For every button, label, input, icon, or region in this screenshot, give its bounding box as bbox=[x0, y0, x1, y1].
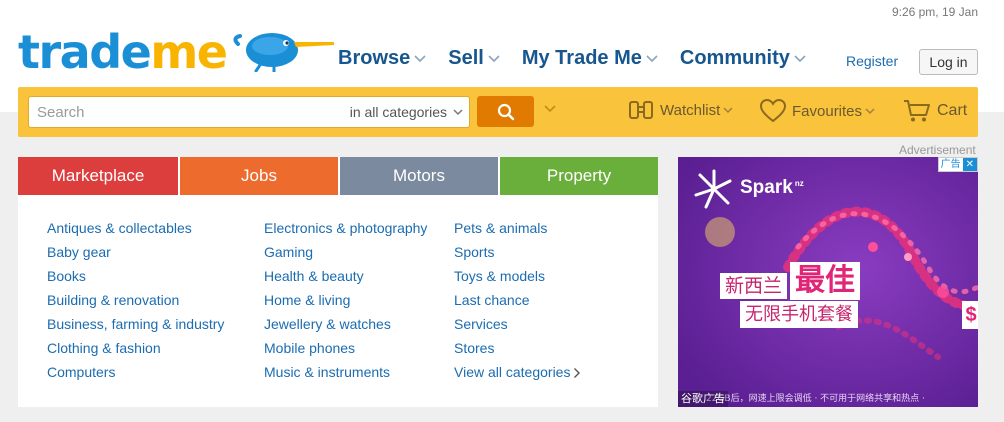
view-all-categories-link[interactable]: View all categories bbox=[454, 363, 581, 387]
ad-choices-badge[interactable]: 广告 ✕ bbox=[937, 157, 978, 172]
category-select[interactable]: in all categories bbox=[350, 97, 463, 127]
spark-logo-icon bbox=[694, 169, 732, 209]
section-tabs: Marketplace Jobs Motors Property bbox=[18, 157, 658, 195]
search-box: in all categories bbox=[28, 96, 470, 128]
category-link[interactable]: Mobile phones bbox=[264, 339, 427, 363]
category-link[interactable]: Sports bbox=[454, 243, 581, 267]
ad-price-glyph: $ bbox=[962, 301, 978, 329]
binoculars-icon bbox=[629, 101, 653, 119]
category-link[interactable]: Gaming bbox=[264, 243, 427, 267]
categories-panel: Marketplace Jobs Motors Property Antique… bbox=[18, 157, 658, 407]
chevron-down-icon bbox=[865, 107, 875, 114]
category-link[interactable]: Building & renovation bbox=[47, 291, 224, 315]
category-column-2: Electronics & photography Gaming Health … bbox=[264, 219, 427, 387]
category-column-1: Antiques & collectables Baby gear Books … bbox=[47, 219, 224, 387]
category-link[interactable]: Home & living bbox=[264, 291, 427, 315]
watchlist-link[interactable]: Watchlist bbox=[628, 99, 733, 121]
watchlist-label: Watchlist bbox=[660, 101, 721, 119]
category-link[interactable]: Music & instruments bbox=[264, 363, 427, 387]
category-link[interactable]: Last chance bbox=[454, 291, 581, 315]
ad-corner-label: 谷歌广告 bbox=[678, 391, 728, 407]
cart-label: Cart bbox=[937, 102, 968, 119]
category-link[interactable]: Toys & models bbox=[454, 267, 581, 291]
search-button[interactable] bbox=[477, 96, 534, 127]
ad-fine-print: 22GB后，网速上限会调低 · 不可用于网络共享和热点 · bbox=[706, 394, 925, 404]
nav-browse[interactable]: Browse bbox=[338, 47, 426, 70]
category-link[interactable]: Jewellery & watches bbox=[264, 315, 427, 339]
advertisement-banner[interactable]: Spark nz 新西兰 最佳 无限手机套餐 $ 22GB后，网速上限会调低 · … bbox=[678, 157, 978, 407]
search-bar: in all categories Watchlist Favourites C… bbox=[18, 87, 978, 137]
category-link[interactable]: Health & beauty bbox=[264, 267, 427, 291]
chevron-down-icon bbox=[488, 54, 500, 62]
nav-community-label: Community bbox=[679, 47, 790, 69]
cart-link[interactable]: Cart bbox=[903, 99, 967, 123]
nav-browse-label: Browse bbox=[338, 47, 411, 69]
nav-sell[interactable]: Sell bbox=[448, 47, 500, 70]
chevron-down-icon bbox=[723, 106, 733, 113]
nav-my-trade-me-label: My Trade Me bbox=[521, 47, 642, 69]
login-button[interactable]: Log in bbox=[919, 49, 978, 75]
tab-jobs[interactable]: Jobs bbox=[178, 157, 338, 195]
category-link[interactable]: Books bbox=[47, 267, 224, 291]
category-link[interactable]: Business, farming & industry bbox=[47, 315, 224, 339]
ad-brand-suffix: nz bbox=[794, 178, 804, 188]
category-column-3: Pets & animals Sports Toys & models Last… bbox=[454, 219, 581, 387]
ad-badge-text: 广告 bbox=[940, 159, 961, 170]
advertisement-label: Advertisement bbox=[899, 143, 976, 157]
favourites-link[interactable]: Favourites bbox=[760, 99, 875, 123]
current-datetime: 9:26 pm, 19 Jan bbox=[891, 5, 978, 19]
category-link[interactable]: Services bbox=[454, 315, 581, 339]
ad-headline-line2: 无限手机套餐 bbox=[740, 301, 858, 328]
logo-text-trade: trade bbox=[18, 25, 152, 79]
category-link[interactable]: Clothing & fashion bbox=[47, 339, 224, 363]
ad-brand-name: Spark nz bbox=[740, 177, 804, 199]
search-options-chevron-icon[interactable] bbox=[544, 105, 556, 113]
ad-headline-part1: 新西兰 bbox=[720, 273, 788, 299]
nav-sell-label: Sell bbox=[448, 47, 484, 69]
search-input[interactable] bbox=[29, 97, 329, 127]
register-link[interactable]: Register bbox=[846, 53, 898, 69]
category-link[interactable]: Antiques & collectables bbox=[47, 219, 224, 243]
nav-community[interactable]: Community bbox=[680, 47, 806, 70]
category-select-value: in all categories bbox=[349, 104, 447, 120]
chevron-down-icon bbox=[414, 54, 426, 62]
category-link[interactable]: Baby gear bbox=[47, 243, 224, 267]
category-link[interactable]: Computers bbox=[47, 363, 224, 387]
tab-property[interactable]: Property bbox=[498, 157, 658, 195]
trademe-logo[interactable]: trademe bbox=[18, 25, 334, 79]
chevron-down-icon bbox=[794, 54, 806, 62]
ad-headline-part2: 最佳 bbox=[790, 262, 860, 300]
search-icon bbox=[497, 103, 514, 120]
tab-motors[interactable]: Motors bbox=[338, 157, 498, 195]
category-link[interactable]: Electronics & photography bbox=[264, 219, 427, 243]
tab-marketplace[interactable]: Marketplace bbox=[18, 157, 178, 195]
chevron-down-icon bbox=[453, 108, 463, 115]
chevron-down-icon bbox=[646, 54, 658, 62]
category-link[interactable]: Stores bbox=[454, 339, 581, 363]
view-all-categories-label: View all categories bbox=[454, 364, 571, 380]
close-icon[interactable]: ✕ bbox=[962, 158, 977, 171]
logo-text-me: me bbox=[150, 25, 228, 79]
ad-brand-text: Spark bbox=[740, 177, 793, 198]
nav-my-trade-me[interactable]: My Trade Me bbox=[522, 47, 658, 70]
main-navigation: Browse Sell My Trade Me Community bbox=[338, 47, 828, 70]
cart-icon bbox=[904, 100, 930, 122]
heart-icon bbox=[760, 99, 786, 123]
chevron-right-icon bbox=[574, 368, 581, 379]
kiwi-bird-icon bbox=[233, 33, 334, 72]
favourites-label: Favourites bbox=[792, 102, 863, 120]
category-link[interactable]: Pets & animals bbox=[454, 219, 581, 243]
